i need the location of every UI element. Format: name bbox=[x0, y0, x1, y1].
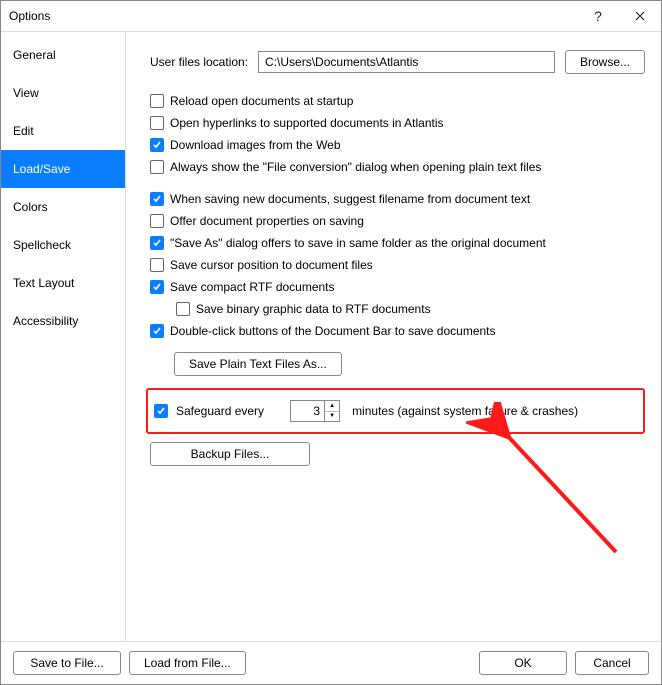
user-files-input[interactable] bbox=[258, 51, 555, 73]
checkbox[interactable] bbox=[150, 94, 164, 108]
checkbox-label: Reload open documents at startup bbox=[170, 92, 353, 110]
sidebar-tab-spellcheck[interactable]: Spellcheck bbox=[1, 226, 125, 264]
check-row: Always show the "File conversion" dialog… bbox=[150, 158, 645, 176]
spinner-down[interactable]: ▼ bbox=[325, 412, 339, 422]
check-row: Double-click buttons of the Document Bar… bbox=[150, 322, 645, 340]
sidebar-tab-colors[interactable]: Colors bbox=[1, 188, 125, 226]
backup-files-button[interactable]: Backup Files... bbox=[150, 442, 310, 466]
checkbox[interactable] bbox=[150, 160, 164, 174]
load-save-panel: User files location: Browse... Reload op… bbox=[126, 32, 661, 641]
checkbox-label: Download images from the Web bbox=[170, 136, 341, 154]
dialog-footer: Save to File... Load from File... OK Can… bbox=[1, 642, 661, 684]
safeguard-suffix: minutes (against system failure & crashe… bbox=[352, 404, 578, 418]
safeguard-prefix: Safeguard every bbox=[176, 404, 264, 418]
check-row: Save cursor position to document files bbox=[150, 256, 645, 274]
sidebar-tab-accessibility[interactable]: Accessibility bbox=[1, 302, 125, 340]
checkbox[interactable] bbox=[150, 192, 164, 206]
spinner-up[interactable]: ▲ bbox=[325, 401, 339, 412]
save-to-file-button[interactable]: Save to File... bbox=[13, 651, 121, 675]
safeguard-highlight: Safeguard every ▲▼ minutes (against syst… bbox=[146, 388, 645, 434]
checkbox[interactable] bbox=[150, 280, 164, 294]
saving-checks: When saving new documents, suggest filen… bbox=[150, 190, 645, 340]
ok-button[interactable]: OK bbox=[479, 651, 567, 675]
sidebar-tab-general[interactable]: General bbox=[1, 36, 125, 74]
checkbox-label: Always show the "File conversion" dialog… bbox=[170, 158, 541, 176]
sidebar: GeneralViewEditLoad/SaveColorsSpellcheck… bbox=[1, 32, 126, 641]
check-row: When saving new documents, suggest filen… bbox=[150, 190, 645, 208]
close-icon bbox=[635, 11, 645, 21]
checkbox-label: Open hyperlinks to supported documents i… bbox=[170, 114, 444, 132]
checkbox-label: Save compact RTF documents bbox=[170, 278, 335, 296]
checkbox-label: Offer document properties on saving bbox=[170, 212, 364, 230]
options-dialog: Options ? GeneralViewEditLoad/SaveColors… bbox=[0, 0, 662, 685]
check-row: Offer document properties on saving bbox=[150, 212, 645, 230]
checkbox[interactable] bbox=[150, 258, 164, 272]
checkbox[interactable] bbox=[150, 324, 164, 338]
browse-button[interactable]: Browse... bbox=[565, 50, 645, 74]
load-from-file-button[interactable]: Load from File... bbox=[129, 651, 246, 675]
safeguard-spinner[interactable]: ▲▼ bbox=[290, 400, 340, 422]
check-row: Download images from the Web bbox=[150, 136, 645, 154]
checkbox-label: Save binary graphic data to RTF document… bbox=[196, 300, 431, 318]
startup-checks: Reload open documents at startup Open hyp… bbox=[150, 92, 645, 176]
user-files-row: User files location: Browse... bbox=[150, 50, 645, 74]
content-area: GeneralViewEditLoad/SaveColorsSpellcheck… bbox=[1, 31, 661, 642]
checkbox-label: "Save As" dialog offers to save in same … bbox=[170, 234, 546, 252]
checkbox[interactable] bbox=[150, 214, 164, 228]
cancel-button[interactable]: Cancel bbox=[575, 651, 649, 675]
checkbox-label: Double-click buttons of the Document Bar… bbox=[170, 322, 496, 340]
sidebar-tab-edit[interactable]: Edit bbox=[1, 112, 125, 150]
checkbox[interactable] bbox=[176, 302, 190, 316]
user-files-label: User files location: bbox=[150, 55, 248, 69]
sidebar-tab-load-save[interactable]: Load/Save bbox=[1, 150, 125, 188]
checkbox-label: When saving new documents, suggest filen… bbox=[170, 190, 530, 208]
sidebar-tab-view[interactable]: View bbox=[1, 74, 125, 112]
sidebar-tab-text-layout[interactable]: Text Layout bbox=[1, 264, 125, 302]
spinner-arrows[interactable]: ▲▼ bbox=[324, 400, 340, 422]
checkbox[interactable] bbox=[150, 138, 164, 152]
check-row: Reload open documents at startup bbox=[150, 92, 645, 110]
check-row: Save compact RTF documents bbox=[150, 278, 645, 296]
check-row: "Save As" dialog offers to save in same … bbox=[150, 234, 645, 252]
check-row: Save binary graphic data to RTF document… bbox=[176, 300, 645, 318]
safeguard-value[interactable] bbox=[290, 400, 324, 422]
checkbox[interactable] bbox=[150, 236, 164, 250]
check-row: Open hyperlinks to supported documents i… bbox=[150, 114, 645, 132]
help-button[interactable]: ? bbox=[577, 1, 619, 31]
close-button[interactable] bbox=[619, 1, 661, 31]
checkbox-label: Save cursor position to document files bbox=[170, 256, 373, 274]
checkbox[interactable] bbox=[150, 116, 164, 130]
window-title: Options bbox=[9, 9, 577, 23]
safeguard-checkbox[interactable] bbox=[154, 404, 168, 418]
titlebar: Options ? bbox=[1, 1, 661, 31]
save-plain-text-button[interactable]: Save Plain Text Files As... bbox=[174, 352, 342, 376]
